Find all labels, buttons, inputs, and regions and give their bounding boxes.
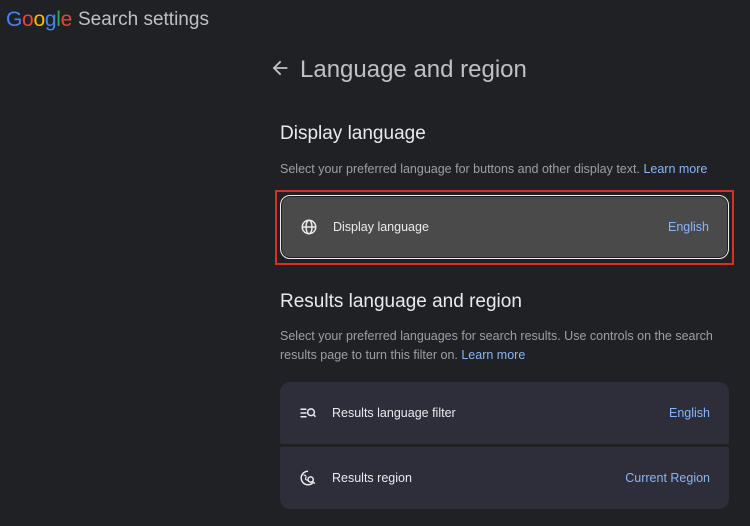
- language-filter-icon: [300, 408, 317, 418]
- region-search-icon: [300, 470, 316, 486]
- display-language-label: Display language: [333, 220, 429, 234]
- display-language-description-text: Select your preferred language for butto…: [280, 162, 640, 176]
- results-region-value: Current Region: [625, 471, 710, 485]
- results-region-label: Results region: [332, 471, 412, 485]
- display-language-description: Select your preferred language for butto…: [280, 160, 720, 179]
- learn-more-link[interactable]: Learn more: [643, 162, 707, 176]
- page-title: Language and region: [300, 56, 527, 83]
- globe-icon: [301, 219, 317, 235]
- logo-letter: G: [6, 8, 23, 31]
- logo-letter: e: [60, 8, 73, 31]
- learn-more-link[interactable]: Learn more: [461, 348, 525, 362]
- results-description: Select your preferred languages for sear…: [280, 327, 720, 365]
- results-language-filter-value: English: [669, 406, 710, 420]
- display-language-heading: Display language: [280, 123, 426, 144]
- google-logo[interactable]: G o o g l e: [6, 8, 72, 32]
- results-region-row[interactable]: Results region Current Region: [280, 447, 729, 509]
- results-heading: Results language and region: [280, 291, 522, 312]
- display-language-row[interactable]: Display language English: [280, 195, 729, 259]
- results-language-filter-row[interactable]: Results language filter English: [280, 382, 729, 444]
- display-language-value: English: [668, 220, 709, 234]
- arrow-back-icon[interactable]: [269, 57, 291, 79]
- logo-letter: o: [22, 8, 34, 31]
- results-language-filter-label: Results language filter: [332, 406, 456, 420]
- logo-letter: o: [33, 8, 45, 31]
- logo-letter: g: [44, 8, 57, 31]
- header-title: Search settings: [77, 9, 209, 30]
- page-header: G o o g l e Search settings: [6, 8, 209, 32]
